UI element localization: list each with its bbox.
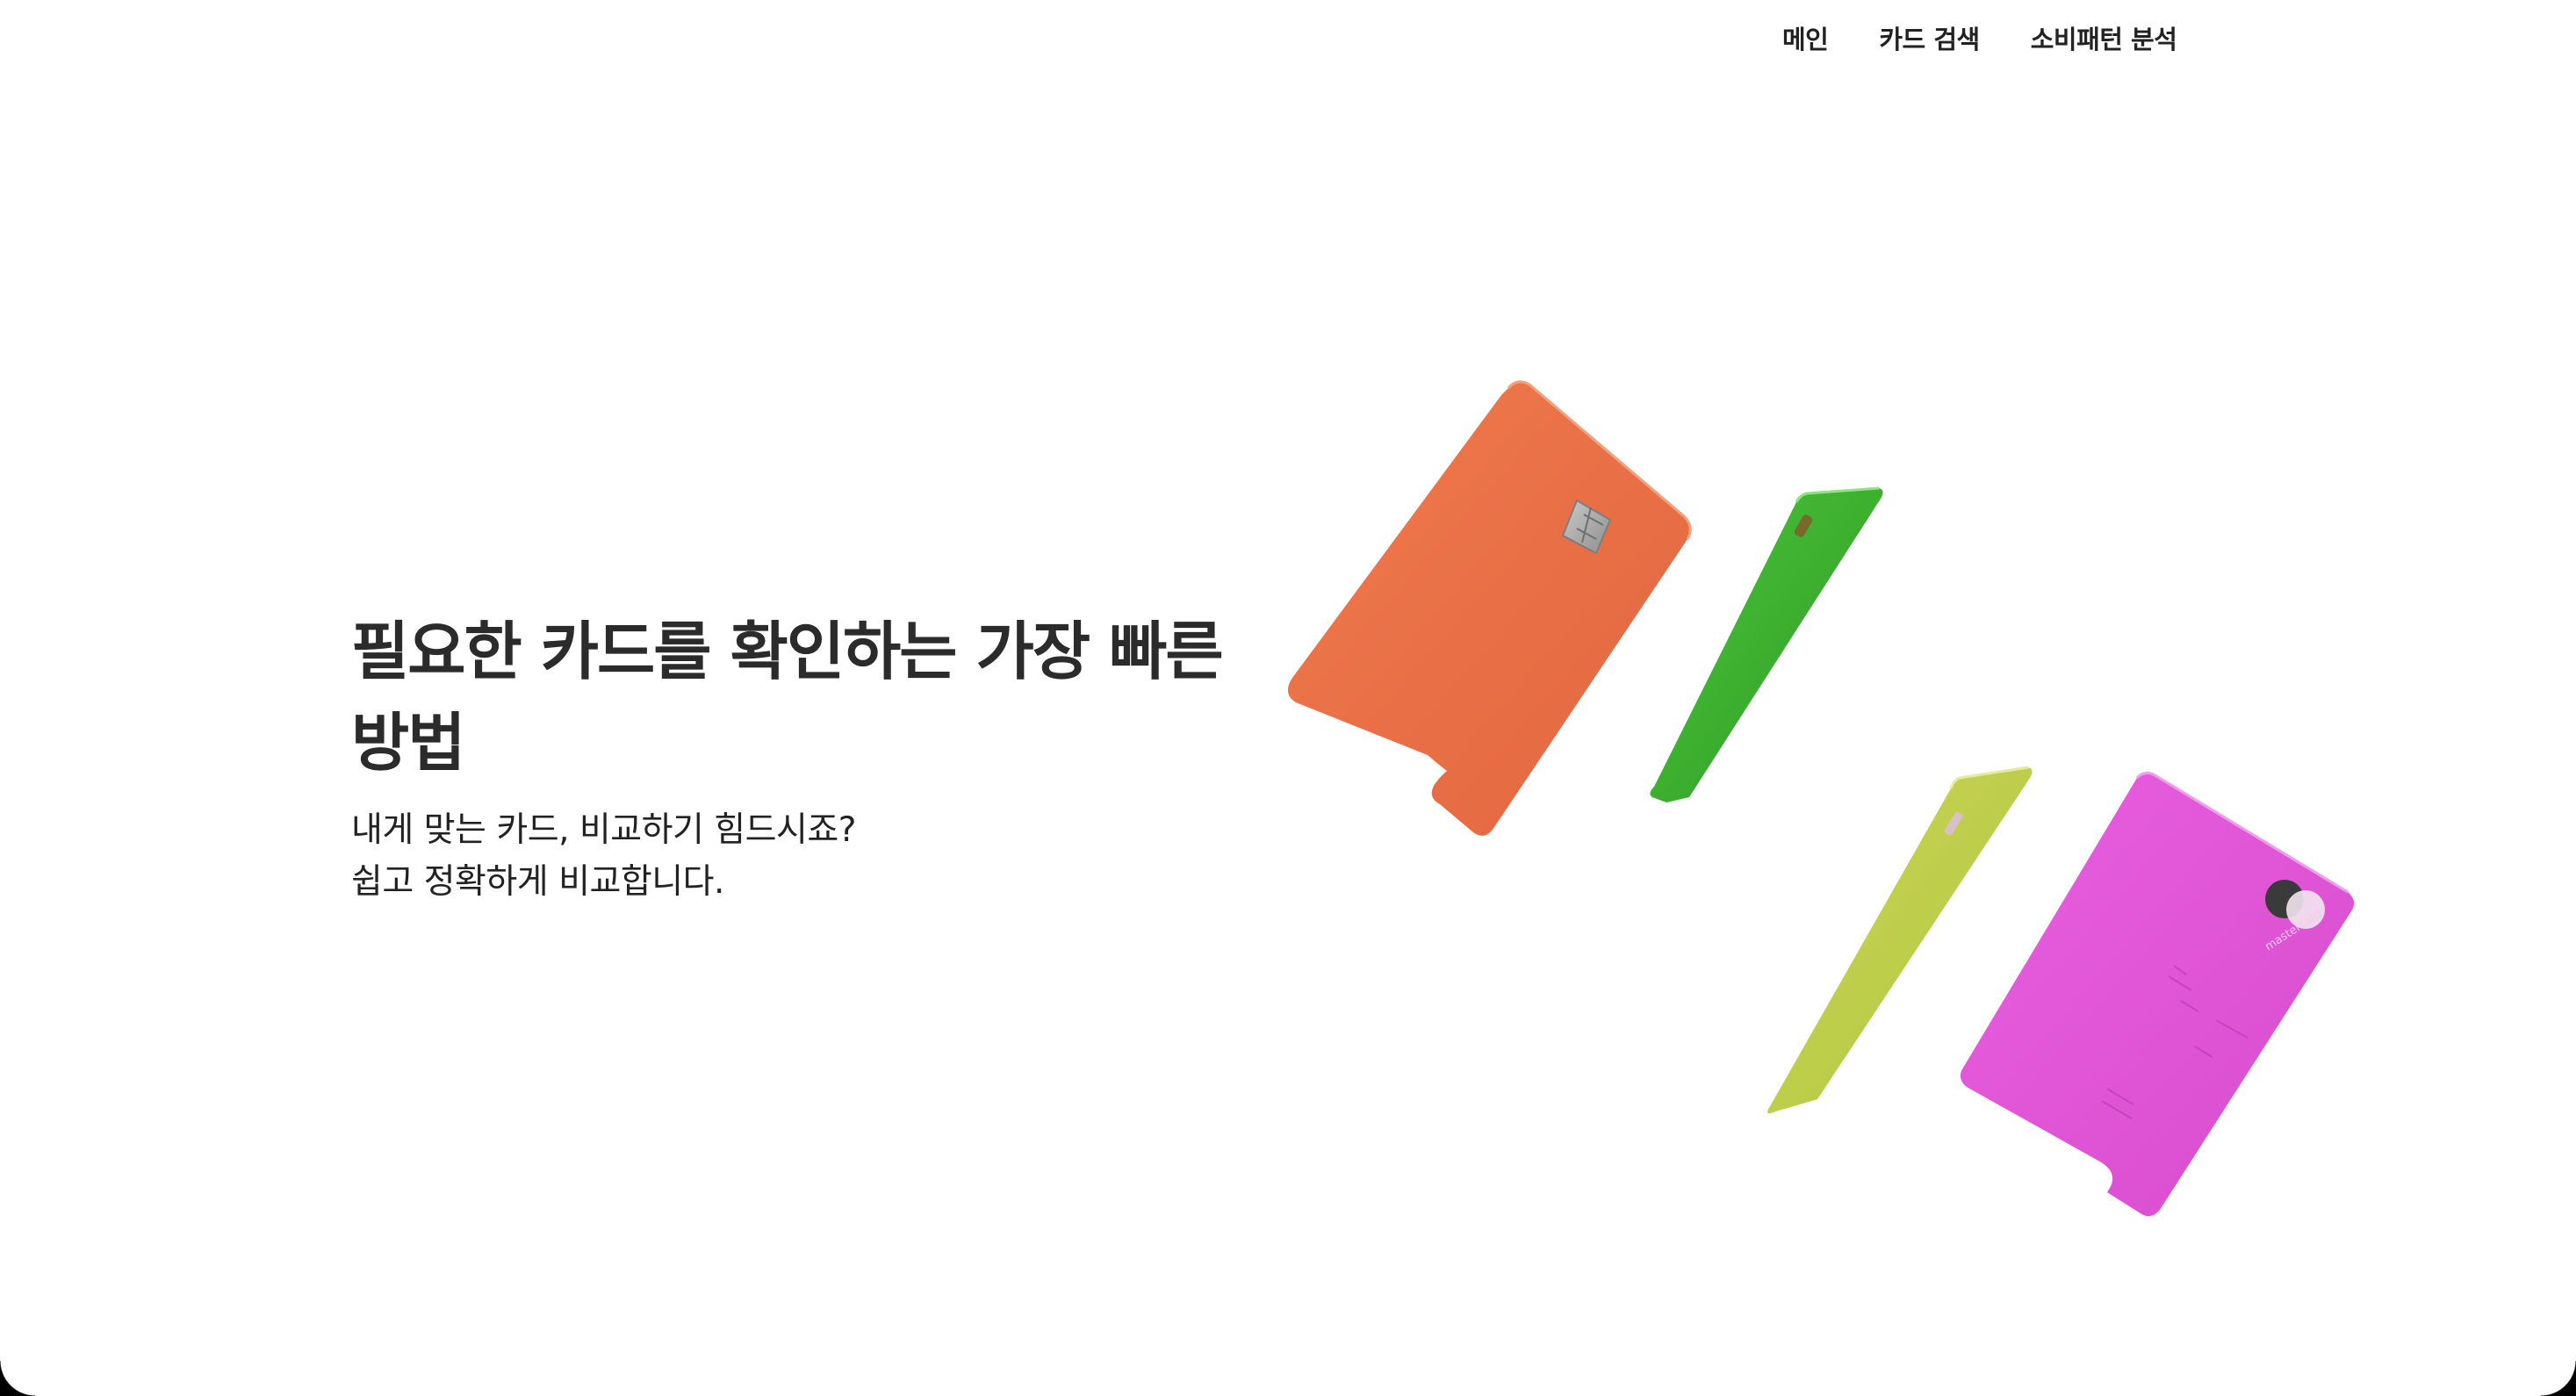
nav-item-spending-analysis[interactable]: 소비패턴 분석 bbox=[2031, 19, 2177, 56]
top-nav: 메인 카드 검색 소비패턴 분석 bbox=[1782, 18, 2177, 58]
window-corner-right bbox=[2541, 1361, 2576, 1396]
window-corner-left bbox=[0, 1361, 35, 1396]
hero-subtitle-line-1: 내게 맞는 카드, 비교하기 힘드시죠? bbox=[351, 810, 857, 850]
hero-section: 필요한 카드를 확인하는 가장 빠른 방법 내게 맞는 카드, 비교하기 힘드시… bbox=[351, 606, 1229, 908]
nav-item-main[interactable]: 메인 bbox=[1782, 19, 1829, 56]
page: 메인 카드 검색 소비패턴 분석 필요한 카드를 확인하는 가장 빠른 방법 내… bbox=[0, 0, 2576, 1396]
nav-item-card-search[interactable]: 카드 검색 bbox=[1879, 19, 1980, 56]
orange-card bbox=[1287, 380, 1692, 836]
hero-subtitle-line-2: 쉽고 정확하게 비교합니다. bbox=[351, 862, 724, 902]
floating-cards-illustration: mastercard bbox=[1287, 380, 2355, 1217]
hero-subtitle: 내게 맞는 카드, 비교하기 힘드시죠? 쉽고 정확하게 비교합니다. bbox=[351, 804, 1229, 908]
magenta-card: mastercard bbox=[1960, 772, 2355, 1217]
hero-title: 필요한 카드를 확인하는 가장 빠른 방법 bbox=[351, 615, 1224, 780]
